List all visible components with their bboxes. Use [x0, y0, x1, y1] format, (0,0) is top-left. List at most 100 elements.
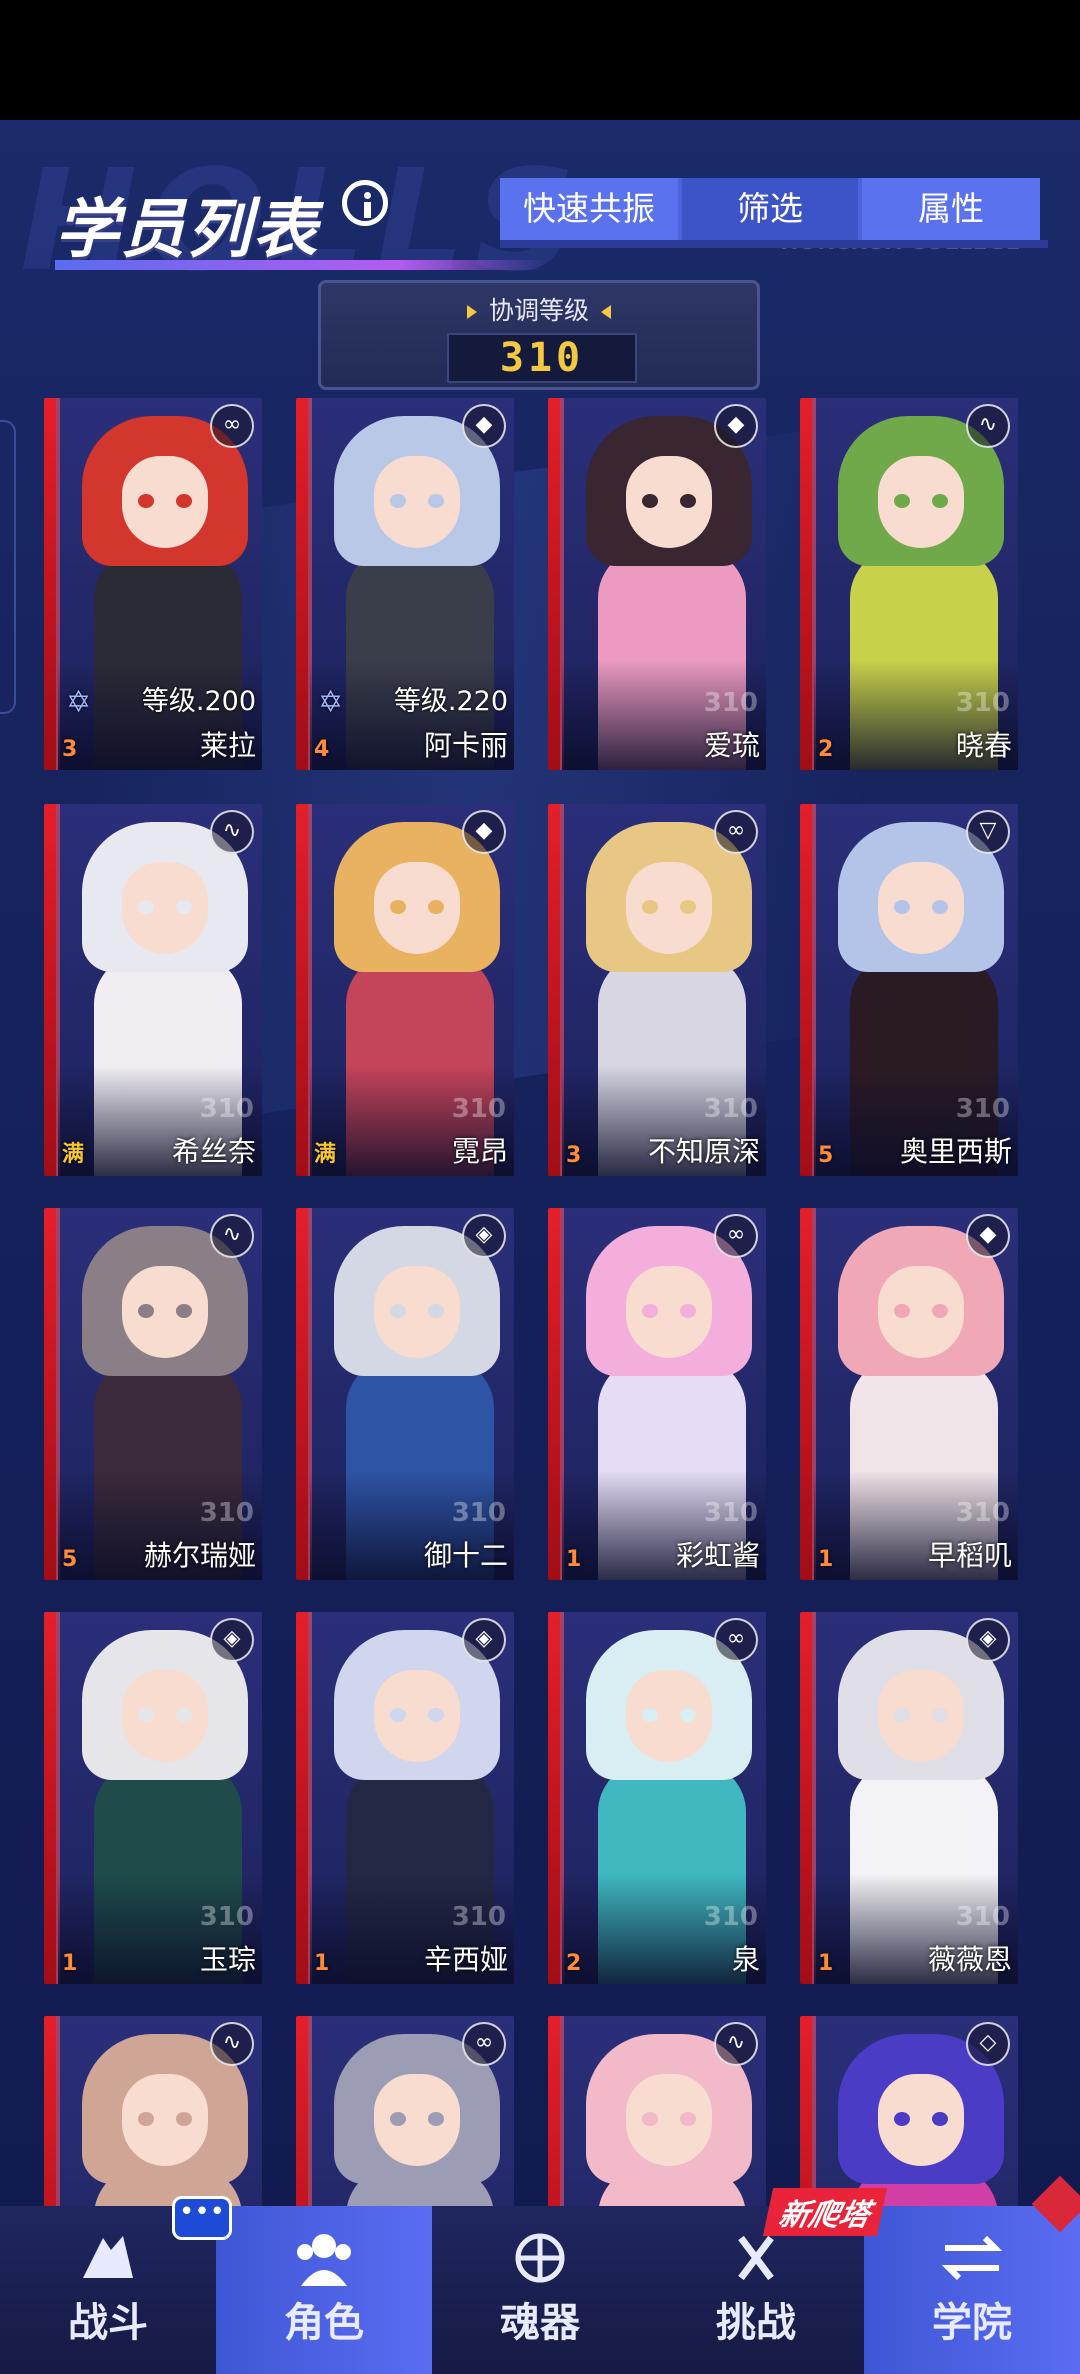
character-card[interactable]: ◆310等级.220✡4阿卡丽 [296, 398, 514, 770]
character-rank: 满 [314, 1142, 337, 1167]
character-card[interactable]: ◆310✡1早稻叽 [800, 1208, 1018, 1580]
character-eye [176, 2112, 192, 2126]
character-rank: 3 [566, 1143, 582, 1168]
card-level-watermark: 310 [451, 1498, 506, 1528]
character-face [878, 456, 964, 548]
character-name: 莱拉 [199, 729, 256, 762]
rarity-bar [44, 1208, 60, 1580]
character-name: 不知原深 [647, 1135, 760, 1168]
character-card[interactable]: ◈310✡1玉琮 [44, 1612, 262, 1984]
character-rank: 5 [62, 1547, 78, 1572]
character-eye [932, 494, 948, 508]
character-eye [390, 900, 406, 914]
character-eye [176, 900, 192, 914]
coordination-level-value: 310 [447, 333, 637, 383]
character-eye [680, 494, 696, 508]
character-rank: 1 [818, 1951, 834, 1976]
rarity-bar [296, 1612, 312, 1984]
character-eye [932, 1304, 948, 1318]
character-rank: 2 [566, 1951, 582, 1976]
character-face [122, 456, 208, 548]
character-name: 晓春 [955, 729, 1012, 762]
element-emblem-icon: ∿ [210, 2022, 254, 2066]
element-emblem-icon: ◆ [462, 404, 506, 448]
character-face [878, 862, 964, 954]
title-underline [55, 260, 545, 270]
character-card[interactable]: ∿310✡2晓春 [800, 398, 1018, 770]
character-card[interactable]: ◈310✡御十二 [296, 1208, 514, 1580]
character-rank: 3 [62, 737, 78, 762]
element-emblem-icon: ∞ [714, 1214, 758, 1258]
character-card[interactable]: ∞310✡2泉 [548, 1612, 766, 1984]
character-card[interactable]: ∿310✡5赫尔瑞娅 [44, 1208, 262, 1580]
character-rank: 5 [818, 1143, 834, 1168]
character-rank: 满 [62, 1142, 85, 1167]
nav-challenge-label: 挑战 [716, 2300, 796, 2346]
character-card[interactable]: ◆310✡爱琉 [548, 398, 766, 770]
character-eye [680, 900, 696, 914]
bottom-nav: 战斗 角色 魂器 挑战 学院 [0, 2206, 1080, 2374]
battle-icon [83, 2236, 133, 2278]
nav-characters[interactable]: 角色 [216, 2206, 432, 2374]
info-icon[interactable] [342, 180, 388, 226]
chat-bubble-icon[interactable]: ••• [172, 2196, 232, 2240]
character-card[interactable]: ◆310✡满霓昂 [296, 804, 514, 1176]
attribute-button[interactable]: 属性 [862, 178, 1040, 240]
character-eye [428, 2112, 444, 2126]
nav-academy-label: 学院 [932, 2300, 1012, 2346]
character-card[interactable]: ∞310等级.200✡3莱拉 [44, 398, 262, 770]
card-level-watermark: 310 [703, 688, 758, 718]
filter-button[interactable]: 筛选 [682, 178, 858, 240]
rarity-bar [548, 398, 564, 770]
character-rank: 1 [818, 1547, 834, 1572]
element-emblem-icon: ▽ [966, 810, 1010, 854]
character-eye [894, 900, 910, 914]
character-face [626, 456, 712, 548]
nav-soul-weapon[interactable]: 魂器 [432, 2206, 648, 2374]
character-card[interactable]: ∞310✡3不知原深 [548, 804, 766, 1176]
character-face [626, 1266, 712, 1358]
card-level-watermark: 310 [199, 1902, 254, 1932]
nav-characters-label: 角色 [284, 2300, 364, 2346]
character-card[interactable]: ∿310✡满希丝奈 [44, 804, 262, 1176]
character-card[interactable]: ∞310✡1彩虹酱 [548, 1208, 766, 1580]
element-emblem-icon: ∞ [210, 404, 254, 448]
character-eye [894, 1304, 910, 1318]
nav-academy[interactable]: 学院 [864, 2206, 1080, 2374]
character-eye [642, 900, 658, 914]
character-face [122, 862, 208, 954]
element-emblem-icon: ∞ [462, 2022, 506, 2066]
element-emblem-icon: ◆ [966, 1214, 1010, 1258]
character-eye [428, 900, 444, 914]
element-emblem-icon: ∿ [210, 810, 254, 854]
character-face [122, 1670, 208, 1762]
character-name: 辛西娅 [423, 1943, 508, 1976]
page-title: 学员列表 [55, 192, 319, 267]
character-face [122, 1266, 208, 1358]
rarity-bar [800, 804, 816, 1176]
side-drawer-handle[interactable] [0, 420, 16, 714]
character-face [374, 2074, 460, 2166]
character-eye [680, 2112, 696, 2126]
character-rank: 4 [314, 737, 330, 762]
character-eye [428, 1304, 444, 1318]
character-name: 御十二 [423, 1539, 508, 1572]
character-name: 爱琉 [703, 729, 760, 762]
character-card[interactable]: ◈310✡1辛西娅 [296, 1612, 514, 1984]
quick-resonance-button[interactable]: 快速共振 [500, 178, 678, 240]
roster-screen: HOLLS 学员列表 HORCRUX COLLEGE 快速共振 筛选 属性 协调… [0, 120, 1080, 2374]
character-card[interactable]: ▽310✡5奥里西斯 [800, 804, 1018, 1176]
rarity-bar [296, 804, 312, 1176]
rarity-bar [548, 804, 564, 1176]
card-level-watermark: 310 [451, 1094, 506, 1124]
character-level: 等级.220 [393, 686, 508, 717]
rarity-bar [296, 1208, 312, 1580]
character-card[interactable]: ◈310✡1薇薇恩 [800, 1612, 1018, 1984]
character-eye [138, 494, 154, 508]
character-eye [642, 1708, 658, 1722]
character-face [374, 1670, 460, 1762]
status-bar [0, 0, 1080, 120]
character-eye [680, 1304, 696, 1318]
character-name: 阿卡丽 [423, 729, 508, 762]
character-face [878, 1266, 964, 1358]
